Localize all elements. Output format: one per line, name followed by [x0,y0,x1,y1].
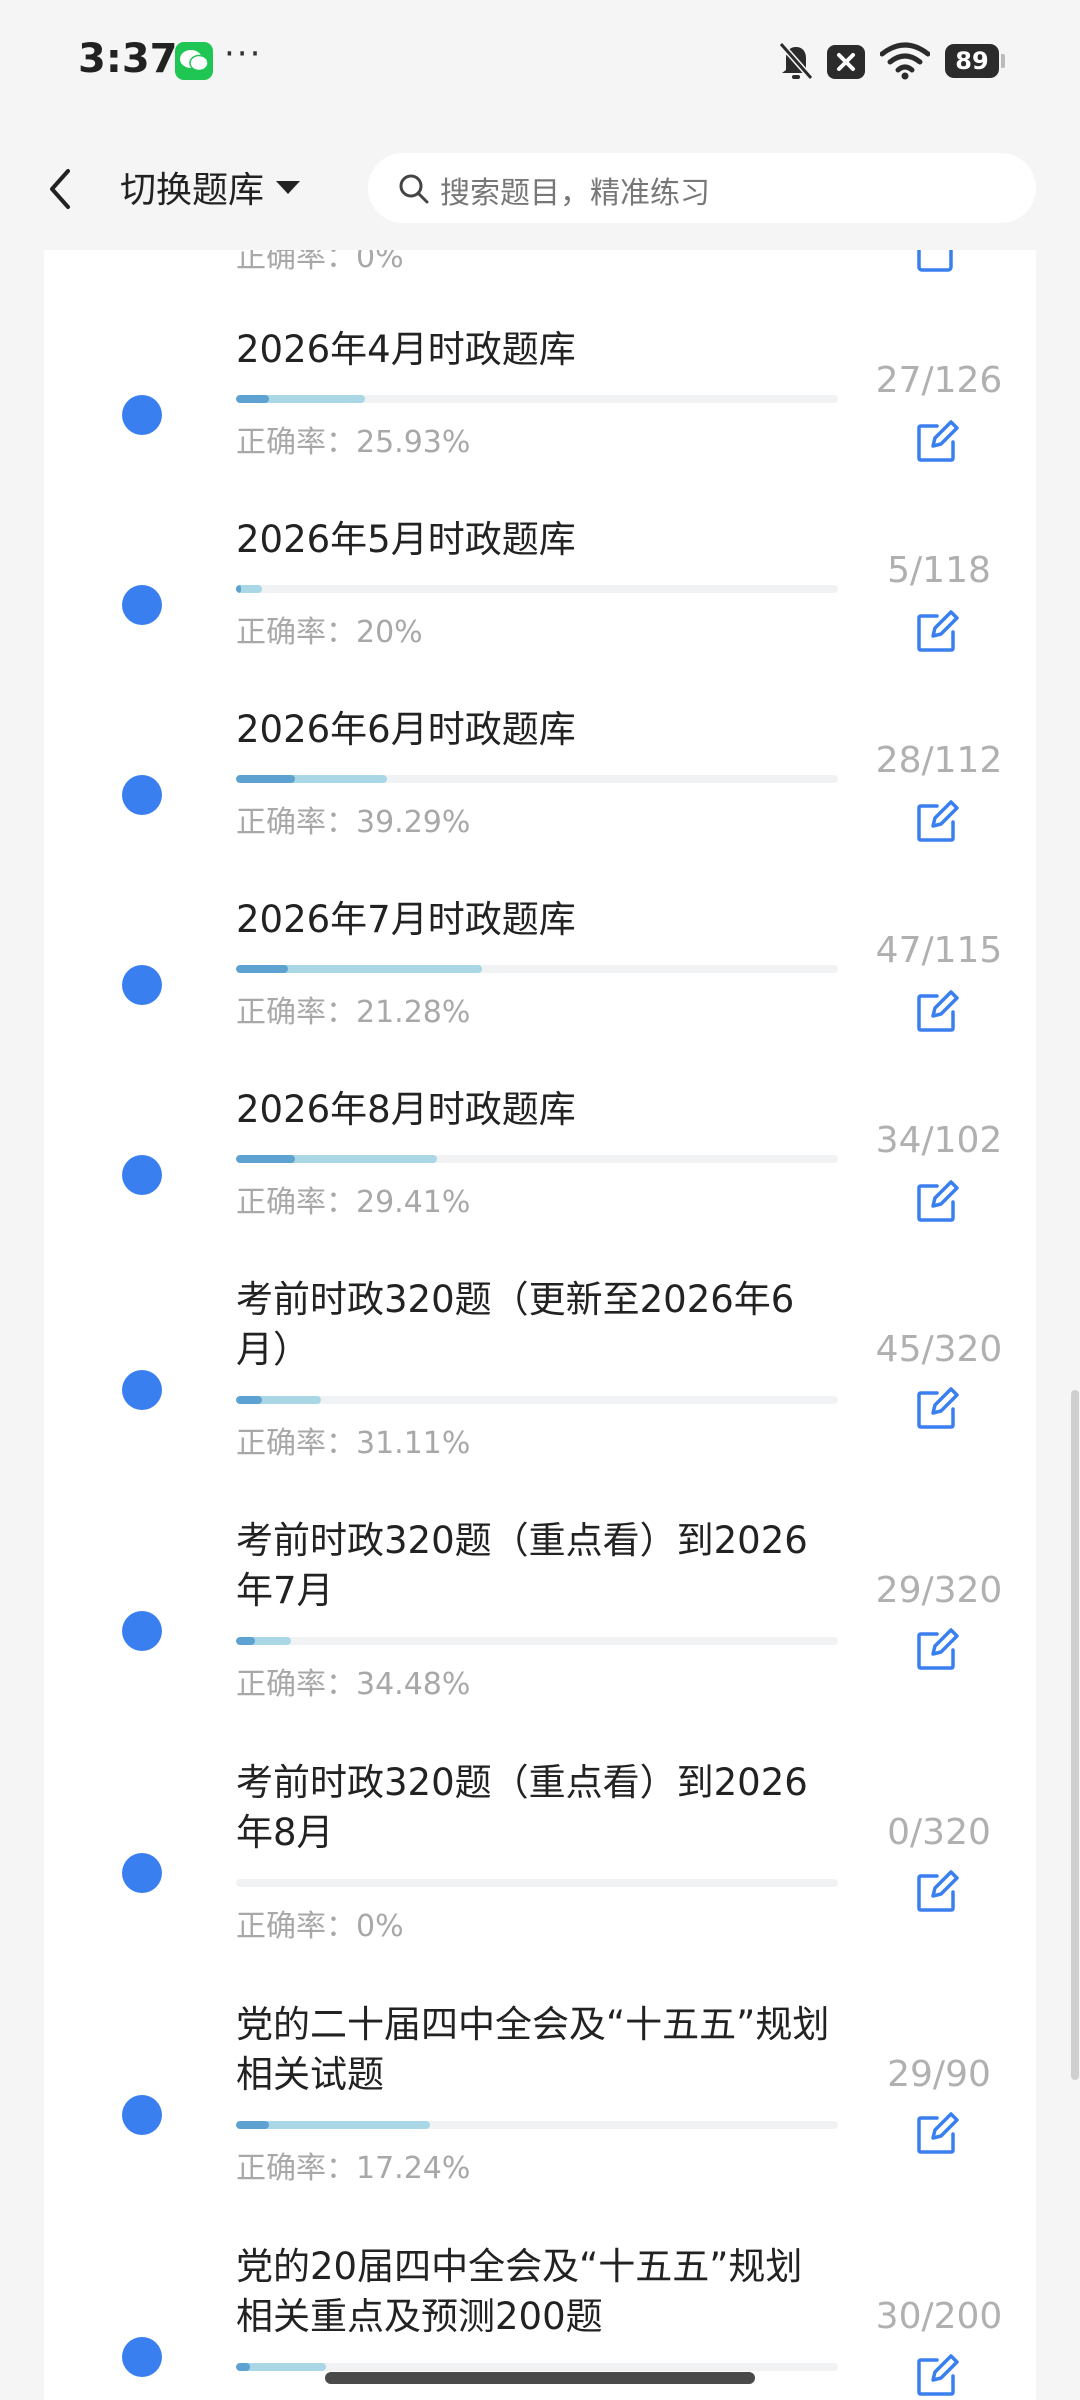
wifi-icon [880,42,930,80]
accuracy-rate: 正确率：20% [236,615,423,650]
accuracy-rate: 正确率：31.11% [236,1426,471,1461]
battery-tip [1001,54,1005,68]
partial-edit-icon[interactable] [915,250,961,274]
bank-list-item[interactable]: 考前时政320题（重点看）到2026年7月正确率：34.48% 29/320 [44,1516,1036,1746]
battery-level: 89 [945,44,999,78]
progress-bar [236,1637,838,1645]
bank-list-item[interactable]: 2026年8月时政题库正确率：29.41% 34/102 [44,1085,1036,1275]
search-placeholder: 搜索题目，精准练习 [440,176,710,211]
top-header: 切换题库 搜索题目，精准练习 [0,125,1080,250]
question-bank-list: 正确率：0% 2026年4月时政题库正确率：25.93% 27/126 2026年5… [44,250,1036,2400]
search-icon [399,174,429,204]
bank-list-item[interactable]: 2026年4月时政题库正确率：25.93% 27/126 [44,325,1036,515]
scrollbar[interactable] [1071,1390,1079,2080]
status-dot [122,1155,162,1195]
progress-correct [236,1155,295,1163]
progress-bar [236,775,838,783]
edit-practice-icon[interactable] [915,2110,961,2156]
accuracy-rate: 正确率：17.24% [236,2151,471,2186]
question-count: 0/320 [887,1812,991,1853]
search-input[interactable]: 搜索题目，精准练习 [368,153,1036,223]
bank-list-item[interactable]: 考前时政320题（重点看）到2026年8月正确率：0% 0/320 [44,1758,1036,1988]
bank-list-item[interactable]: 2026年7月时政题库正确率：21.28% 47/115 [44,895,1036,1085]
progress-correct [236,1396,262,1404]
more-notifications-icon: ··· [224,34,263,74]
question-count: 5/118 [887,550,991,591]
progress-bar [236,965,838,973]
progress-correct [236,2363,250,2371]
question-count: 30/200 [875,2296,1003,2337]
status-dot [122,775,162,815]
edit-practice-icon[interactable] [915,1868,961,1914]
status-dot [122,1853,162,1893]
progress-correct [236,1637,255,1645]
bank-list-item[interactable]: 2026年6月时政题库正确率：39.29% 28/112 [44,705,1036,895]
bank-title: 2026年5月时政题库 [236,518,576,561]
status-dot [122,965,162,1005]
switch-bank-button[interactable]: 切换题库 [120,157,301,217]
status-time: 3:37 [78,36,178,82]
status-dot [122,2337,162,2377]
question-count: 47/115 [875,930,1003,971]
progress-correct [236,2121,269,2129]
accuracy-rate: 正确率：29.41% [236,1185,471,1220]
question-count: 29/320 [875,1570,1003,1611]
question-count: 34/102 [875,1120,1003,1161]
home-indicator[interactable] [325,2372,755,2384]
question-count: 45/320 [875,1329,1003,1370]
progress-bar [236,1155,838,1163]
status-dot [122,2095,162,2135]
question-count: 28/112 [875,740,1003,781]
edit-practice-icon[interactable] [915,1626,961,1672]
status-dot [122,1370,162,1410]
wechat-icon [175,42,213,80]
accuracy-rate: 正确率：34.48% [236,1667,471,1702]
bank-title: 2026年6月时政题库 [236,708,576,751]
progress-bar [236,1879,838,1887]
bank-list-item[interactable]: 2026年5月时政题库正确率：20% 5/118 [44,515,1036,705]
accuracy-rate: 正确率：25.93% [236,425,471,460]
mute-bell-icon [778,42,814,80]
bank-title: 2026年4月时政题库 [236,328,576,371]
edit-practice-icon[interactable] [915,1178,961,1224]
bank-list-item[interactable]: 党的二十届四中全会及“十五五”规划相关试题正确率：17.24% 29/90 [44,2000,1036,2230]
progress-bar [236,2121,838,2129]
bank-title: 党的20届四中全会及“十五五”规划相关重点及预测200题 [236,2245,803,2338]
question-count: 29/90 [887,2054,991,2095]
sim-x-icon [827,45,865,79]
back-arrow-icon[interactable] [40,165,80,213]
edit-practice-icon[interactable] [915,608,961,654]
edit-practice-icon[interactable] [915,418,961,464]
accuracy-rate: 正确率：0% [236,1909,404,1944]
bank-title: 2026年8月时政题库 [236,1088,576,1131]
progress-bar [236,585,838,593]
bank-title: 考前时政320题（更新至2026年6月） [236,1278,795,1371]
edit-practice-icon[interactable] [915,1385,961,1431]
edit-practice-icon[interactable] [915,798,961,844]
progress-bar [236,1396,838,1404]
edit-practice-icon[interactable] [915,2352,961,2398]
bank-list-item[interactable]: 考前时政320题（更新至2026年6月） 正确率：31.11% 45/320 [44,1275,1036,1505]
bank-title: 考前时政320题（重点看）到2026年7月 [236,1519,808,1612]
status-dot [122,395,162,435]
question-count: 27/126 [875,360,1003,401]
bank-title: 考前时政320题（重点看）到2026年8月 [236,1761,808,1854]
progress-correct [236,585,241,593]
switch-bank-label: 切换题库 [120,170,265,211]
progress-bar [236,2363,838,2371]
bank-title: 2026年7月时政题库 [236,898,576,941]
status-dot [122,585,162,625]
progress-correct [236,775,295,783]
progress-correct [236,395,269,403]
accuracy-rate: 正确率：39.29% [236,805,471,840]
accuracy-rate: 正确率：21.28% [236,995,471,1030]
caret-down-icon [276,180,301,194]
partial-item-rate: 正确率：0% [236,250,404,275]
status-dot [122,1611,162,1651]
status-bar: 3:37 ··· 89 [0,0,1080,125]
progress-correct [236,965,288,973]
progress-bar [236,395,838,403]
bank-title: 党的二十届四中全会及“十五五”规划相关试题 [236,2003,830,2096]
edit-practice-icon[interactable] [915,988,961,1034]
